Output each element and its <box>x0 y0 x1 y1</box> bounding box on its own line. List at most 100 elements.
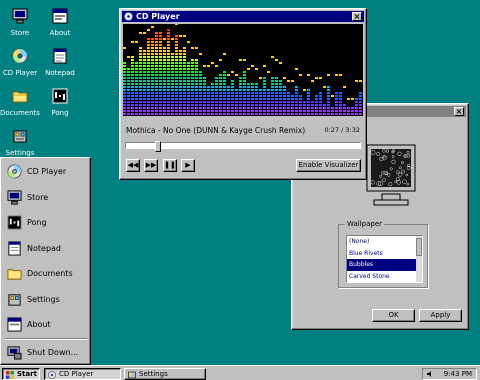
desktop-icon-documents[interactable]: Documents <box>0 88 40 117</box>
viz-cell <box>275 113 278 115</box>
viz-cell <box>283 95 286 97</box>
viz-cell <box>171 89 174 91</box>
viz-cell <box>199 80 202 82</box>
play-button[interactable]: ▶ <box>181 159 195 172</box>
clock: 9:43 PM <box>443 370 472 378</box>
viz-peak <box>199 53 202 55</box>
apply-button[interactable]: Apply <box>419 309 462 322</box>
desktop-icon-notepad[interactable]: Notepad <box>40 48 80 77</box>
viz-cell <box>315 107 318 109</box>
desktop-icon-cd-player[interactable]: CD Player <box>0 48 40 77</box>
next-button[interactable]: ▶▶ <box>144 159 158 172</box>
viz-cell <box>211 104 214 106</box>
viz-cell <box>351 110 354 112</box>
viz-cell <box>191 62 194 64</box>
start-menu-item-notepad[interactable]: Notepad <box>4 238 88 260</box>
viz-cell <box>319 101 322 103</box>
viz-cell <box>159 101 162 103</box>
prev-button[interactable]: ◀◀ <box>126 159 140 172</box>
viz-cell <box>147 101 150 103</box>
viz-cell <box>131 71 134 73</box>
taskbar-button-settings[interactable]: Settings <box>124 368 206 380</box>
viz-cell <box>219 77 222 79</box>
viz-cell <box>275 92 278 94</box>
viz-cell <box>211 83 214 85</box>
viz-cell <box>139 47 142 49</box>
viz-peak <box>183 35 186 37</box>
start-menu-item-documents[interactable]: Documents <box>4 263 88 285</box>
viz-cell <box>255 86 258 88</box>
viz-cell <box>151 65 154 67</box>
cd-player-window[interactable]: CD Player × Mothica - No One (DUNN & Kay… <box>119 8 367 180</box>
close-icon[interactable]: × <box>454 107 464 116</box>
viz-cell <box>143 56 146 58</box>
desktop-icon-settings[interactable]: Settings <box>0 128 40 157</box>
viz-cell <box>291 110 294 112</box>
speaker-icon[interactable] <box>426 370 434 378</box>
close-icon[interactable]: × <box>352 12 362 21</box>
list-item[interactable]: Carved Stone <box>347 271 422 283</box>
list-item[interactable]: (None) <box>347 236 422 248</box>
start-menu-item-store[interactable]: Store <box>4 187 88 209</box>
viz-cell <box>155 95 158 97</box>
start-menu-item-about[interactable]: About <box>4 314 88 336</box>
start-menu-item-cd-player[interactable]: CD Player <box>4 161 88 183</box>
viz-cell <box>147 50 150 52</box>
start-button[interactable]: Start <box>2 368 40 380</box>
scrollbar[interactable] <box>416 236 422 282</box>
viz-cell <box>139 59 142 61</box>
scrollbar-thumb[interactable] <box>416 238 422 256</box>
viz-cell <box>143 53 146 55</box>
viz-cell <box>243 113 246 115</box>
viz-cell <box>203 101 206 103</box>
list-item[interactable]: Blue Rivets <box>347 248 422 260</box>
viz-cell <box>323 110 326 112</box>
desktop-icon-about[interactable]: About <box>40 8 80 37</box>
viz-cell <box>123 80 126 82</box>
viz-cell <box>175 110 178 112</box>
wallpaper-list[interactable]: (None) Blue Rivets Bubbles Carved Stone <box>346 235 423 283</box>
pong-icon <box>7 215 22 230</box>
start-menu-item-settings[interactable]: Settings <box>4 289 88 311</box>
viz-cell <box>223 77 226 79</box>
viz-cell <box>311 113 314 115</box>
viz-peak <box>219 59 222 61</box>
start-menu-item-pong[interactable]: Pong <box>4 212 88 234</box>
viz-cell <box>335 101 338 103</box>
taskbar-button-cd-player[interactable]: CD Player <box>44 368 121 380</box>
viz-cell <box>159 113 162 115</box>
viz-cell <box>151 47 154 49</box>
notepad-icon <box>53 48 67 64</box>
viz-cell <box>171 86 174 88</box>
desktop-icon-store[interactable]: Store <box>0 8 40 37</box>
viz-cell <box>147 77 150 79</box>
viz-cell <box>247 107 250 109</box>
viz-cell <box>159 62 162 64</box>
viz-cell <box>239 104 242 106</box>
pause-button[interactable]: ❚❚ <box>163 159 177 172</box>
start-menu-item-shutdown[interactable]: Shut Down... <box>4 342 88 364</box>
viz-cell <box>151 110 154 112</box>
viz-cell <box>171 83 174 85</box>
viz-cell <box>171 59 174 61</box>
viz-cell <box>267 98 270 100</box>
viz-peak <box>187 41 190 43</box>
viz-cell <box>255 104 258 106</box>
enable-visualizer-button[interactable]: Enable Visualizer <box>296 159 361 172</box>
seek-bar[interactable] <box>125 141 361 152</box>
viz-cell <box>167 41 170 43</box>
seek-slider-thumb[interactable] <box>155 141 161 152</box>
viz-cell <box>199 71 202 73</box>
viz-cell <box>175 86 178 88</box>
viz-cell <box>135 98 138 100</box>
ok-button[interactable]: OK <box>372 309 415 322</box>
viz-cell <box>155 68 158 70</box>
cd-player-titlebar[interactable]: CD Player × <box>122 11 364 22</box>
desktop-icon-pong[interactable]: Pong <box>40 88 80 117</box>
viz-cell <box>327 92 330 94</box>
viz-cell <box>195 59 198 61</box>
viz-cell <box>167 80 170 82</box>
viz-cell <box>159 71 162 73</box>
viz-cell <box>259 101 262 103</box>
list-item-selected[interactable]: Bubbles <box>347 259 422 271</box>
